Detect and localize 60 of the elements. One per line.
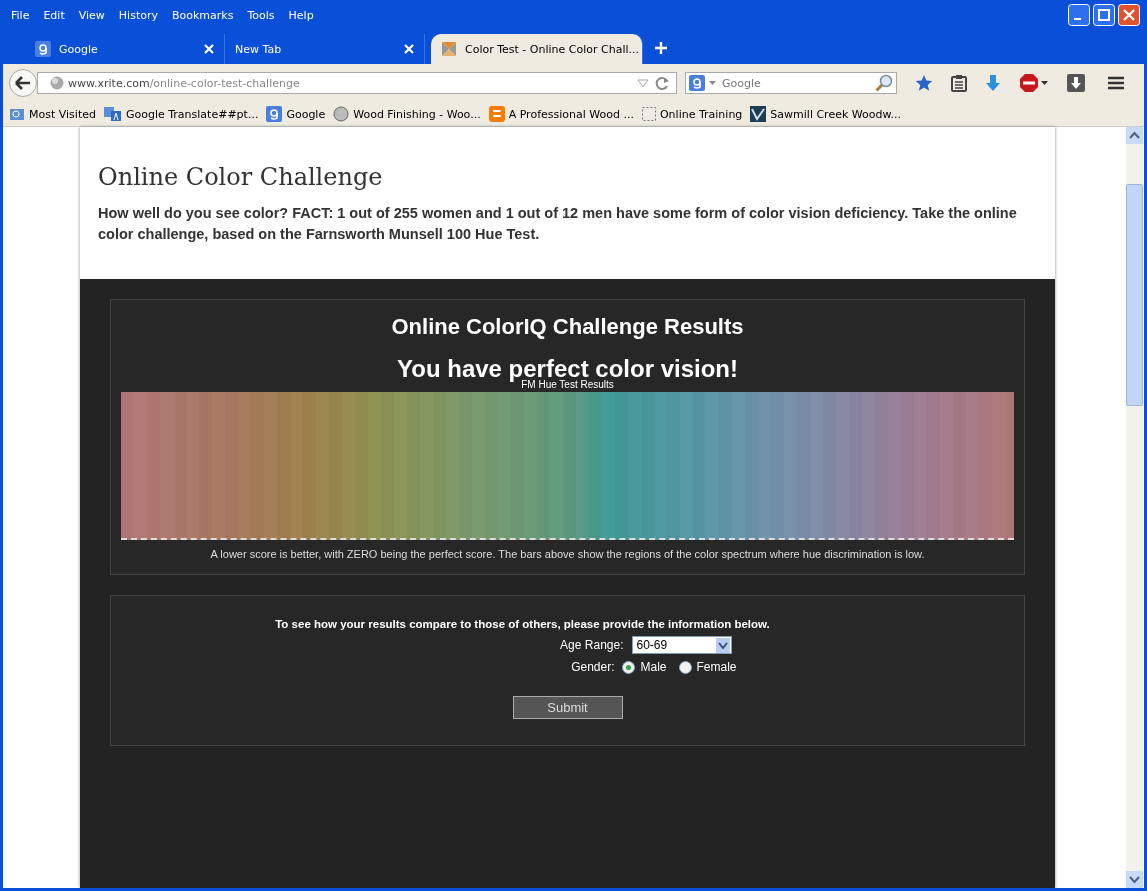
close-button[interactable] [1118,4,1140,26]
radio-label[interactable]: Male [640,660,667,674]
back-button[interactable] [9,69,37,97]
dashed-square-icon [641,107,656,121]
blogger-icon [488,106,505,122]
download-box-icon[interactable] [1067,74,1085,92]
bookmark-item[interactable]: Google [266,106,326,122]
bookmark-item[interactable]: Wood Finishing - Woo... [333,106,481,122]
bookmark-item[interactable]: Most Visited [9,106,96,122]
dropdown-reload-icons[interactable] [636,76,670,90]
address-bar[interactable]: www.xrite.com/online-color-test-challenge [37,72,677,94]
bookmark-item[interactable]: Sawmill Creek Woodw... [750,106,901,122]
stop-sign-icon[interactable] [1019,73,1049,93]
sawmill-logo-icon [750,106,767,122]
menu-item[interactable]: Tools [247,8,275,22]
radio-label[interactable]: Female [696,660,737,674]
form-prompt: To see how your results compare to those of others, please provide the information below. [275,618,770,630]
cross-logo-icon [441,41,457,57]
bookmark-item[interactable]: Online Training [641,107,743,121]
menu-item[interactable]: Edit [43,8,65,22]
radio-button[interactable] [622,660,636,674]
overlapping-squares-icon [103,106,122,122]
chart-title: FM Hue Test Results [521,379,614,390]
menu-item[interactable]: Help [288,8,314,22]
maximize-button[interactable] [1093,4,1115,26]
disc-icon [333,106,350,122]
menu-item[interactable]: View [78,8,105,22]
page-heading: Online Color Challenge [98,163,384,191]
clipboard-icon[interactable] [951,74,967,92]
gender-label: Gender: [570,660,615,674]
g-logo-icon [266,106,283,122]
results-title: Online ColorIQ Challenge Results [391,314,744,340]
download-arrow-icon[interactable] [985,74,1001,92]
search-bar[interactable]: Google [685,72,897,94]
g-logo-icon [35,41,51,57]
g-logo-icon [689,75,705,91]
menu-item[interactable]: File [11,8,30,22]
scroll-thumb[interactable] [1126,184,1143,406]
submit-button[interactable]: Submit [512,696,623,719]
intro-text: How well do you see color? FACT: 1 out of 255 women and 1 out of 12 men have some form of color vision deficiency. Take the online color challenge, based on the Farnsworth Munsell 100 Hue Test. [98,204,1018,244]
menu-icon[interactable] [1107,75,1125,91]
bookmark-item[interactable]: Google Translate##pt... [103,106,259,122]
minimize-button[interactable] [1068,4,1090,26]
star-icon[interactable] [915,74,933,92]
radio-button[interactable] [678,660,692,674]
age-range-select[interactable]: 60-69 [631,636,732,654]
close-tab-icon[interactable] [204,44,214,54]
new-tab-icon[interactable] [655,42,667,54]
search-icon [875,74,893,92]
scrollbar[interactable] [1126,127,1143,888]
browser-tab[interactable]: Color Test - Online Color Chall... [431,34,643,64]
chart-note: A lower score is better, with ZERO being the perfect score. The bars above show the regions of the color spectrum where hue discrimination is low. [210,548,925,560]
bookmark-item[interactable]: A Professional Wood ... [488,106,634,122]
close-tab-icon[interactable] [404,44,414,54]
folder-icon [9,106,25,122]
menu-item[interactable]: History [118,8,158,22]
caret-icon [709,80,716,86]
age-range-label: Age Range: [559,638,624,652]
globe-icon [50,76,64,90]
menu-item[interactable]: Bookmarks [172,8,234,22]
